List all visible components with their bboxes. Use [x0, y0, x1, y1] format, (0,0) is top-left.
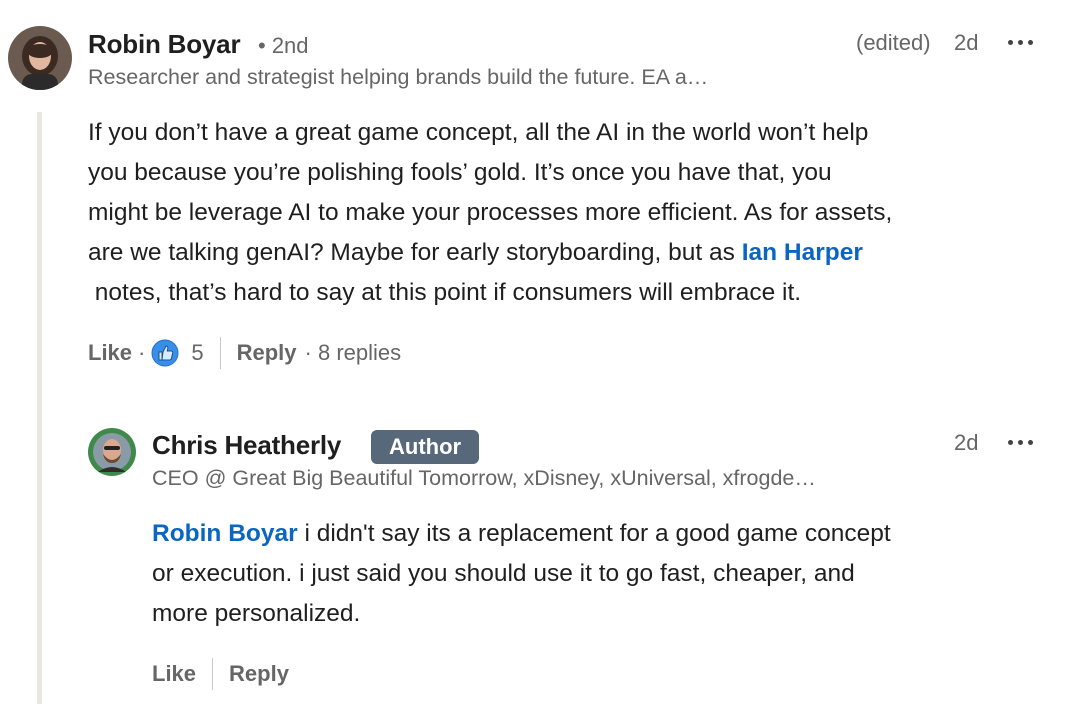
comment-author-headline[interactable]: Researcher and strategist helping brands… — [88, 65, 708, 90]
comment-line: If you don’t have a great game concept, … — [88, 119, 869, 146]
reaction-count[interactable]: 5 — [191, 340, 203, 366]
comment-line: you because you’re polishing fools’ gold… — [88, 159, 832, 186]
more-options-icon[interactable] — [1008, 437, 1036, 447]
comment-timestamp: 2d — [954, 30, 979, 55]
robin-boyar-avatar[interactable] — [8, 26, 72, 90]
reply-body: Robin Boyar i didn't say its a replaceme… — [152, 514, 891, 634]
comment-body: If you don’t have a great game concept, … — [88, 113, 892, 313]
reply-line-text: i didn't say its a replacement for a goo… — [297, 520, 891, 547]
comment-line-text: are we talking genAI? Maybe for early st… — [88, 239, 742, 266]
separator-dot: · — [138, 340, 146, 365]
thread-line — [37, 112, 42, 704]
replies-count[interactable]: · 8 replies — [305, 340, 402, 366]
reply-line: Robin Boyar i didn't say its a replaceme… — [152, 514, 891, 554]
reply-line: more personalized. — [152, 600, 361, 627]
comment-line: are we talking genAI? Maybe for early st… — [88, 233, 892, 273]
author-badge: Author — [371, 430, 480, 464]
thumbs-up-icon[interactable] — [151, 339, 179, 367]
reply-button[interactable]: Reply — [229, 661, 289, 687]
connection-degree: • 2nd — [258, 33, 309, 58]
like-button[interactable]: Like — [88, 340, 132, 366]
reply-actions: Like Reply — [152, 657, 289, 691]
like-button[interactable]: Like — [152, 661, 196, 687]
comment-actions: Like · 5 Reply · 8 replies — [88, 336, 401, 370]
reply-button[interactable]: Reply — [237, 340, 297, 366]
chris-heatherly-avatar[interactable] — [88, 428, 136, 476]
reply-line: or execution. i just said you should use… — [152, 560, 855, 587]
edited-label: (edited) — [856, 30, 931, 55]
comment-line: notes, that’s hard to say at this point … — [88, 279, 802, 306]
reply-author-name[interactable]: Chris Heatherly — [152, 430, 341, 461]
mention-robin-boyar[interactable]: Robin Boyar — [152, 520, 298, 547]
divider — [219, 337, 221, 369]
more-options-icon[interactable] — [1008, 37, 1036, 47]
mention-ian-harper[interactable]: Ian Harper — [742, 239, 863, 266]
comment-author-name[interactable]: Robin Boyar — [88, 29, 241, 60]
divider — [212, 658, 214, 690]
chris-heatherly-photo — [88, 428, 136, 476]
reply-timestamp: 2d — [954, 430, 979, 455]
reply-author-headline[interactable]: CEO @ Great Big Beautiful Tomorrow, xDis… — [152, 466, 816, 491]
robin-boyar-photo — [8, 26, 72, 90]
comment-line: might be leverage AI to make your proces… — [88, 199, 893, 226]
